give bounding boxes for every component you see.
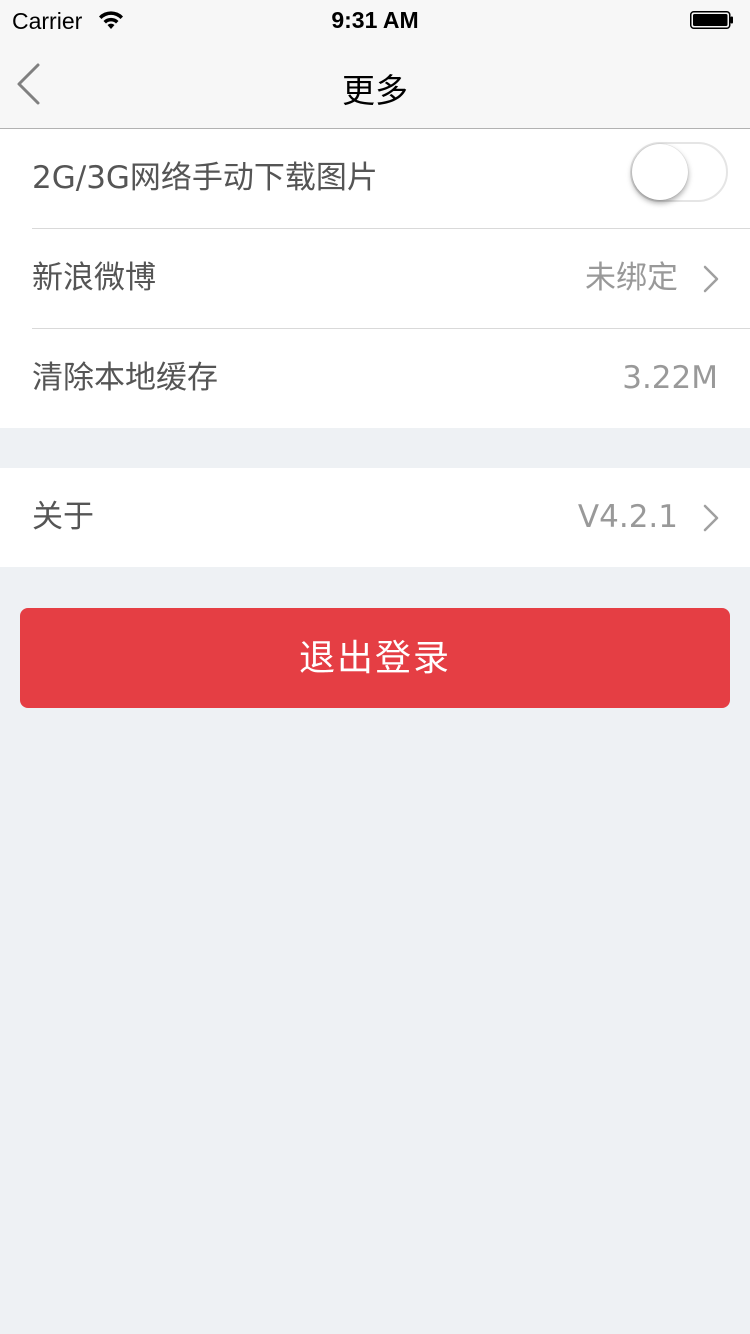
setting-label: 新浪微博 (32, 260, 156, 296)
navigation-bar: 更多 (0, 40, 750, 129)
logout-button[interactable]: 退出登录 (20, 608, 730, 708)
chevron-right-icon (703, 265, 719, 293)
settings-group-main: 2G/3G网络手动下载图片 新浪微博 未绑定 清除本地缓存 3.22M (0, 129, 750, 428)
image-download-toggle[interactable] (630, 142, 728, 202)
cache-size-value: 3.22M (622, 360, 718, 396)
page-title: 更多 (342, 71, 408, 110)
version-value: V4.2.1 (577, 499, 678, 535)
status-time: 9:31 AM (331, 7, 419, 33)
setting-row-weibo[interactable]: 新浪微博 未绑定 (32, 228, 750, 328)
setting-label: 2G/3G网络手动下载图片 (32, 160, 378, 196)
setting-label: 关于 (32, 499, 94, 535)
setting-row-image-download: 2G/3G网络手动下载图片 (0, 129, 750, 228)
toggle-knob (632, 144, 688, 200)
settings-group-about: 关于 V4.2.1 (0, 468, 750, 567)
setting-row-about[interactable]: 关于 V4.2.1 (0, 468, 750, 567)
status-bar: Carrier 9:31 AM (0, 0, 750, 40)
setting-label: 清除本地缓存 (32, 360, 218, 396)
chevron-right-icon (703, 504, 719, 532)
setting-value: 未绑定 (585, 260, 678, 296)
setting-row-clear-cache[interactable]: 清除本地缓存 3.22M (32, 328, 750, 428)
battery-full-icon (690, 11, 733, 29)
